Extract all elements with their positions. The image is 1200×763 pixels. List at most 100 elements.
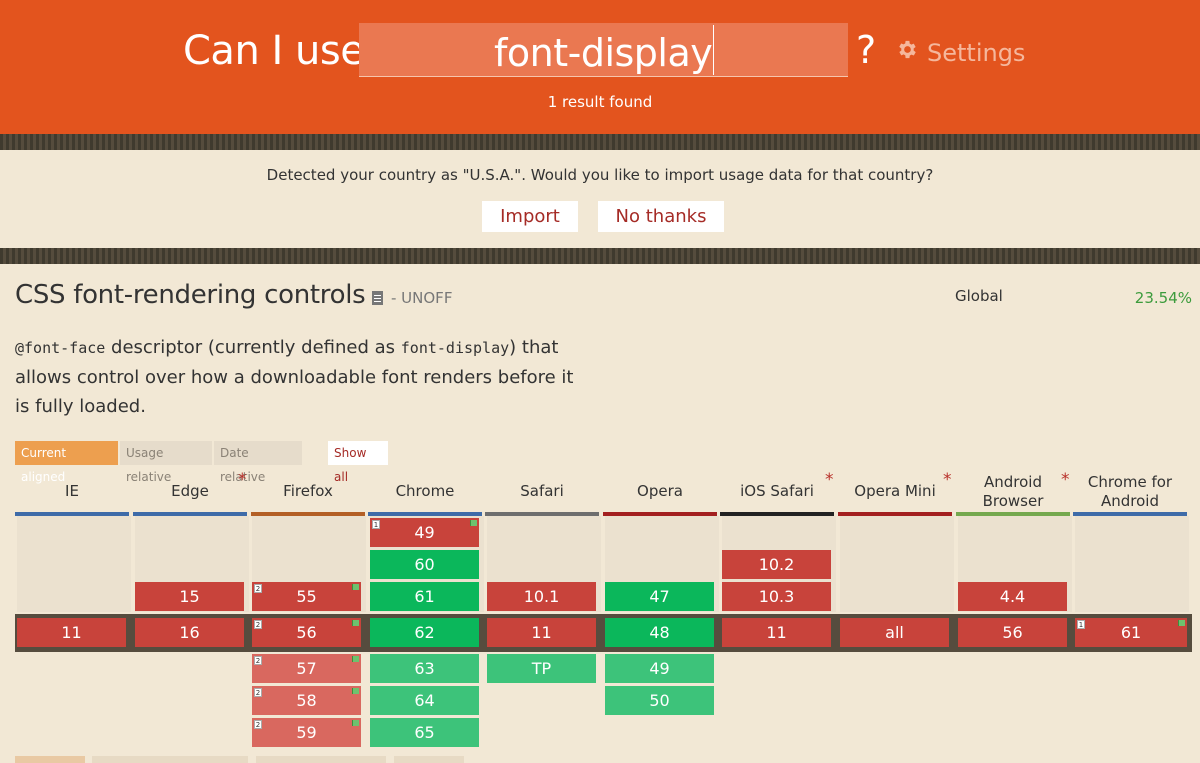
bottom-tab[interactable] xyxy=(15,756,85,763)
country-notice: Detected your country as "U.S.A.". Would… xyxy=(0,150,1200,248)
browser-header-safari[interactable]: Safari xyxy=(485,472,599,516)
flag-icon xyxy=(352,720,359,726)
bottom-tab[interactable] xyxy=(394,756,464,763)
browser-name: Edge xyxy=(171,482,209,500)
date-relative-tab[interactable]: Date relative xyxy=(214,441,302,484)
browser-header-chrome-android[interactable]: Chrome for Android xyxy=(1073,472,1187,516)
help-link[interactable]: ? xyxy=(856,28,876,72)
version-label: 58 xyxy=(296,691,317,710)
browser-header-opera[interactable]: Opera xyxy=(603,472,717,516)
version-cell[interactable]: 10.3 xyxy=(722,582,831,611)
search-input[interactable]: font-display xyxy=(359,23,848,77)
import-button[interactable]: Import xyxy=(482,201,578,232)
version-cell[interactable]: 11 xyxy=(17,618,126,647)
version-cell[interactable]: 10.1 xyxy=(487,582,596,611)
browser-header-edge[interactable]: Edge * xyxy=(133,470,247,516)
version-label: 61 xyxy=(1120,623,1142,642)
version-cell[interactable]: 63 xyxy=(370,654,479,683)
browser-header-android-browser[interactable]: Android Browser * xyxy=(956,470,1070,516)
version-cell[interactable]: 47 xyxy=(605,582,714,611)
feature-description: @font-face descriptor (currently defined… xyxy=(15,333,585,421)
note-marker: 2 xyxy=(254,584,262,593)
show-all-button[interactable]: Show all xyxy=(328,441,388,484)
search-value[interactable]: font-display xyxy=(494,31,713,75)
settings-button[interactable]: Settings xyxy=(896,38,1025,67)
browser-name: Opera xyxy=(637,482,683,500)
notes-star-icon: * xyxy=(238,470,247,490)
browser-name: Android xyxy=(984,473,1042,491)
browser-name: Chrome for xyxy=(1087,473,1173,491)
global-label: Global xyxy=(955,287,1003,305)
column-bg xyxy=(840,516,954,612)
version-cell[interactable]: 49 xyxy=(605,654,714,683)
browser-name: Safari xyxy=(520,482,564,500)
version-cell[interactable]: 2 55 xyxy=(252,582,361,611)
global-usage-value: 23.54% xyxy=(1134,289,1192,307)
version-cell[interactable]: 48 xyxy=(605,618,714,647)
browser-name: Android xyxy=(1101,492,1159,510)
browser-header-chrome[interactable]: Chrome xyxy=(368,472,482,516)
version-cell[interactable]: 1 49 xyxy=(370,518,479,547)
site-header: Can I use font-display ? Settings 1 resu… xyxy=(0,0,1200,134)
version-cell[interactable]: all xyxy=(840,618,949,647)
feature-title[interactable]: CSS font-rendering controls xyxy=(15,280,366,310)
divider-stripe xyxy=(0,248,1200,264)
version-label: 57 xyxy=(296,659,317,678)
bottom-tab[interactable] xyxy=(92,756,248,763)
version-cell[interactable]: 11 xyxy=(722,618,831,647)
version-cell[interactable]: 64 xyxy=(370,686,479,715)
note-marker: 1 xyxy=(372,520,380,529)
document-icon[interactable] xyxy=(372,291,383,305)
version-cell[interactable]: 15 xyxy=(135,582,244,611)
flag-icon xyxy=(352,584,359,590)
version-cell[interactable]: 16 xyxy=(135,618,244,647)
text-caret xyxy=(713,25,714,75)
version-cell[interactable]: 2 59 xyxy=(252,718,361,747)
no-thanks-button[interactable]: No thanks xyxy=(598,201,724,232)
version-cell[interactable]: 60 xyxy=(370,550,479,579)
browser-name: Chrome xyxy=(395,482,455,500)
flag-icon xyxy=(352,656,359,662)
version-cell[interactable]: 62 xyxy=(370,618,479,647)
spec-status: - UNOFF xyxy=(391,289,453,307)
version-label: 55 xyxy=(296,587,317,606)
version-cell[interactable]: TP xyxy=(487,654,596,683)
divider-stripe xyxy=(0,134,1200,150)
settings-label: Settings xyxy=(927,38,1026,67)
browser-header-firefox[interactable]: Firefox xyxy=(251,472,365,516)
version-cell[interactable]: 11 xyxy=(487,618,596,647)
browser-name: Opera Mini xyxy=(854,482,936,500)
version-cell[interactable]: 2 56 xyxy=(252,618,361,647)
flag-icon xyxy=(352,688,359,694)
note-marker: 1 xyxy=(1077,620,1085,629)
browser-name: Firefox xyxy=(283,482,333,500)
usage-relative-tab[interactable]: Usage relative xyxy=(120,441,212,484)
version-cell[interactable]: 2 57 xyxy=(252,654,361,683)
browser-header-ie[interactable]: IE xyxy=(15,472,129,516)
flag-icon xyxy=(352,620,359,626)
current-aligned-tab[interactable]: Current aligned xyxy=(15,441,118,484)
browser-name: iOS Safari xyxy=(740,482,814,500)
bottom-tab[interactable] xyxy=(256,756,386,763)
notes-star-icon: * xyxy=(825,470,834,490)
browser-name: IE xyxy=(65,482,79,500)
version-cell[interactable]: 2 58 xyxy=(252,686,361,715)
column-bg xyxy=(1075,516,1189,612)
version-cell[interactable]: 65 xyxy=(370,718,479,747)
version-cell[interactable]: 10.2 xyxy=(722,550,831,579)
desc-text: descriptor (currently defined as xyxy=(105,337,401,358)
version-cell[interactable]: 61 xyxy=(370,582,479,611)
browser-header-ios-safari[interactable]: iOS Safari * xyxy=(720,470,834,516)
browser-header-opera-mini[interactable]: Opera Mini * xyxy=(838,470,952,516)
version-cell[interactable]: 50 xyxy=(605,686,714,715)
version-cell[interactable]: 56 xyxy=(958,618,1067,647)
notice-text: Detected your country as "U.S.A.". Would… xyxy=(266,166,934,184)
version-cell[interactable]: 1 61 xyxy=(1075,618,1187,647)
site-brand[interactable]: Can I use xyxy=(183,28,365,74)
version-label: 56 xyxy=(296,623,317,642)
browser-name: Browser xyxy=(982,492,1044,510)
version-cell[interactable]: 4.4 xyxy=(958,582,1067,611)
note-marker: 2 xyxy=(254,720,262,729)
note-marker: 2 xyxy=(254,656,262,665)
gear-icon xyxy=(896,38,919,67)
